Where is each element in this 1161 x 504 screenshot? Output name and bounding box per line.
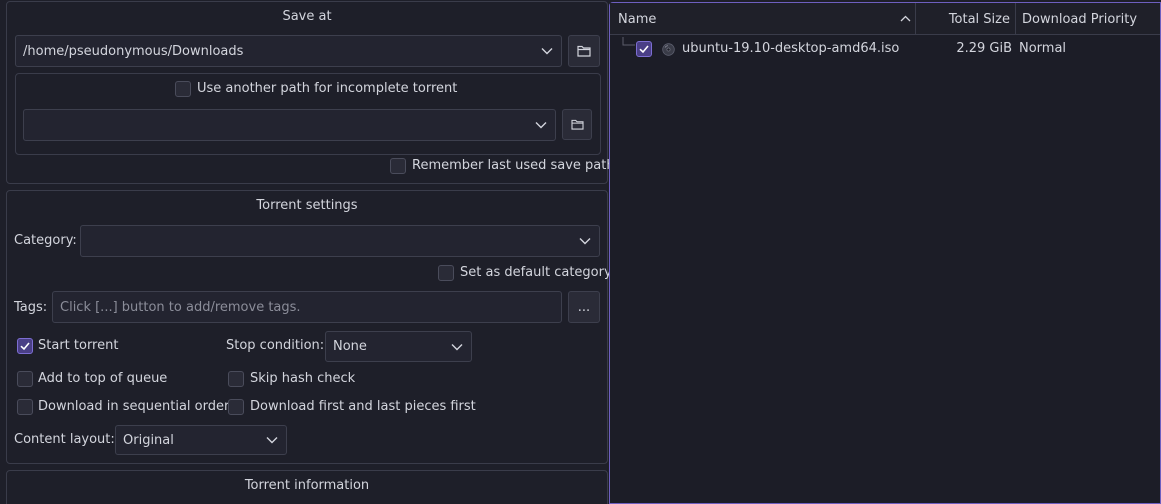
folder-icon <box>570 119 584 130</box>
torrent-information-group: Torrent information <box>6 470 608 504</box>
file-tree[interactable]: Name Total Size Download Priority ubuntu… <box>609 2 1161 504</box>
stop-condition-label: Stop condition: <box>226 338 325 353</box>
file-size: 2.29 GiB <box>956 41 1012 56</box>
category-combo[interactable] <box>80 225 600 257</box>
file-tree-header: Name Total Size Download Priority <box>610 3 1160 35</box>
start-torrent-label: Start torrent <box>38 338 119 353</box>
checkmark-icon <box>639 45 649 54</box>
column-header-name[interactable]: Name <box>610 3 916 35</box>
skip-hash-label: Skip hash check <box>250 371 356 386</box>
add-top-queue-checkbox[interactable] <box>17 371 33 387</box>
stop-condition-value: None <box>333 339 367 354</box>
content-layout-value: Original <box>123 432 174 448</box>
chevron-down-icon <box>266 437 278 444</box>
incomplete-path-combo[interactable] <box>23 109 556 141</box>
file-priority: Normal <box>1019 41 1067 56</box>
default-category-checkbox[interactable] <box>438 265 454 281</box>
disc-image-icon <box>662 43 675 56</box>
torrent-information-title: Torrent information <box>244 478 370 493</box>
default-category-label: Set as default category <box>460 265 612 280</box>
sort-ascending-icon <box>900 15 911 22</box>
skip-hash-checkbox[interactable] <box>228 371 244 387</box>
browse-save-path-button[interactable] <box>568 35 600 67</box>
tree-branch-icon <box>622 37 635 46</box>
save-path-combo[interactable]: /home/pseudonymous/Downloads <box>15 35 562 67</box>
column-name-label: Name <box>618 11 657 27</box>
incomplete-path-checkbox[interactable] <box>175 81 191 97</box>
chevron-down-icon <box>579 238 591 245</box>
column-priority-label: Download Priority <box>1022 11 1138 27</box>
first-last-checkbox[interactable] <box>228 399 244 415</box>
torrent-settings-title: Torrent settings <box>256 198 358 213</box>
remember-path-label: Remember last used save path <box>412 158 615 173</box>
save-at-title: Save at <box>282 9 332 24</box>
chevron-down-icon <box>535 122 547 129</box>
file-tree-row[interactable]: ubuntu-19.10-desktop-amd64.iso 2.29 GiB … <box>610 37 1160 61</box>
column-size-label: Total Size <box>948 11 1010 27</box>
content-layout-label: Content layout: <box>14 432 115 447</box>
content-layout-combo[interactable]: Original <box>115 425 287 455</box>
first-last-label: Download first and last pieces first <box>250 399 476 414</box>
incomplete-path-label: Use another path for incomplete torrent <box>197 81 458 96</box>
column-header-priority[interactable]: Download Priority <box>1016 3 1161 35</box>
save-at-group: Save at /home/pseudonymous/Downloads Use… <box>6 1 615 184</box>
folder-icon <box>577 45 591 57</box>
chevron-down-icon <box>541 48 553 55</box>
sequential-label: Download in sequential order <box>38 399 230 414</box>
incomplete-path-group: Use another path for incomplete torrent <box>15 73 601 155</box>
remember-path-checkbox[interactable] <box>390 158 406 174</box>
torrent-settings-group: Torrent settings Category: Set as defaul… <box>6 190 612 464</box>
tags-label: Tags: <box>14 300 48 315</box>
start-torrent-checkbox[interactable] <box>17 338 33 354</box>
checkmark-icon <box>20 342 30 351</box>
file-name: ubuntu-19.10-desktop-amd64.iso <box>682 41 900 56</box>
category-label: Category: <box>14 233 77 248</box>
save-path-value: /home/pseudonymous/Downloads <box>23 43 244 59</box>
sequential-checkbox[interactable] <box>17 399 33 415</box>
file-checkbox[interactable] <box>636 41 652 57</box>
tags-edit-button[interactable]: ... <box>568 291 600 323</box>
browse-incomplete-path-button[interactable] <box>562 109 592 140</box>
stop-condition-combo[interactable]: None <box>325 331 472 362</box>
tags-button-label: ... <box>577 299 591 315</box>
add-top-queue-label: Add to top of queue <box>38 371 168 386</box>
tags-placeholder: Click [...] button to add/remove tags. <box>60 299 301 315</box>
tags-input[interactable]: Click [...] button to add/remove tags. <box>52 291 562 323</box>
column-header-total-size[interactable]: Total Size <box>916 3 1016 35</box>
chevron-down-icon <box>451 343 463 350</box>
